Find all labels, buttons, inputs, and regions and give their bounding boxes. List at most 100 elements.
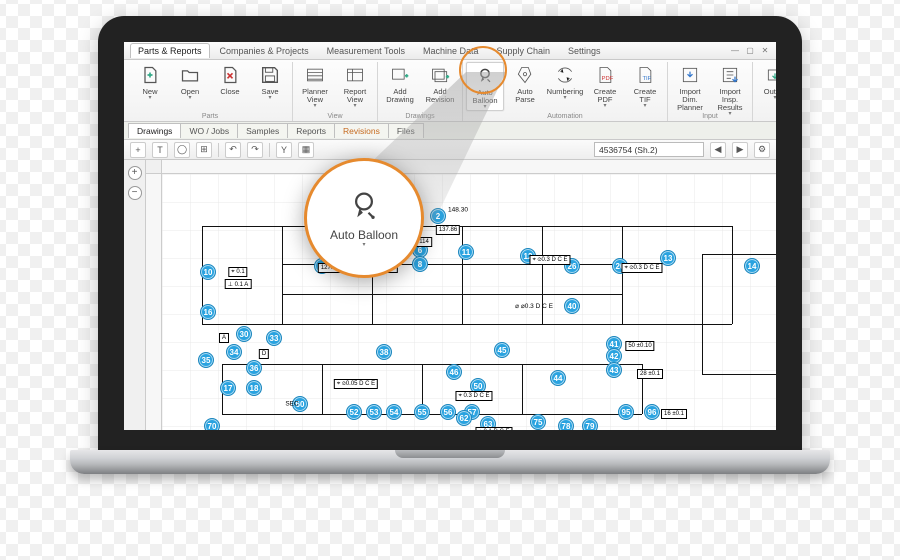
drawing-line: [622, 226, 623, 324]
menu-tab-companies-projects[interactable]: Companies & Projects: [212, 43, 317, 58]
report-view-button[interactable]: ReportView: [336, 62, 374, 109]
sheet-selector-field[interactable]: [594, 142, 704, 157]
balloon-11[interactable]: 11: [458, 244, 474, 260]
balloon-53[interactable]: 53: [366, 404, 382, 420]
filter-y-icon[interactable]: Y: [276, 142, 292, 158]
gdt-frame[interactable]: 50 ±0.10: [625, 341, 654, 351]
undo-icon[interactable]: ↶: [225, 142, 241, 158]
balloon-2[interactable]: 2: [430, 208, 446, 224]
ribbon-button-label: Add Drawing: [382, 88, 418, 104]
drawing-canvas[interactable]: 1234567891011121314151617182026303334353…: [146, 160, 776, 430]
ribbon-group-label: Parts: [128, 113, 292, 120]
doc-tab-wo-jobs[interactable]: WO / Jobs: [180, 123, 238, 138]
auto-balloon-button[interactable]: Auto Balloon: [466, 62, 504, 111]
window-minimize-icon[interactable]: —: [730, 46, 740, 56]
balloon-34[interactable]: 34: [226, 344, 242, 360]
balloon-35[interactable]: 35: [198, 352, 214, 368]
create-pdf-button[interactable]: PDF CreatePDF: [586, 62, 624, 109]
balloon-45[interactable]: 45: [494, 342, 510, 358]
import-dim-planner-button[interactable]: Import Dim.Planner: [671, 62, 709, 112]
redo-icon[interactable]: ↷: [247, 142, 263, 158]
balloon-62[interactable]: 62: [456, 410, 472, 426]
output-button[interactable]: Output: [756, 62, 776, 101]
open-button[interactable]: Open: [171, 62, 209, 101]
sheet-settings-icon[interactable]: ⚙: [754, 142, 770, 158]
balloon-96[interactable]: 96: [644, 404, 660, 420]
window-close-icon[interactable]: ✕: [760, 46, 770, 56]
menu-tab-settings[interactable]: Settings: [560, 43, 609, 58]
zoom-minus-button[interactable]: −: [128, 186, 142, 200]
numbering-button[interactable]: Numbering: [546, 62, 584, 101]
gdt-frame[interactable]: ⌖ ⌀0.3 D C E: [621, 263, 662, 273]
balloon-70[interactable]: 70: [204, 418, 220, 430]
gdt-frame[interactable]: ⌖ ⌀0.05 D C E: [334, 379, 378, 389]
ribbon-button-label: CreatePDF: [594, 88, 617, 104]
add-revision-button[interactable]: Add Revision: [421, 62, 459, 104]
workspace: + − 123456789101112131415161718202630333…: [124, 160, 776, 430]
window-maximize-icon[interactable]: ▢: [745, 46, 755, 56]
gdt-frame[interactable]: 16 ±0.1: [661, 409, 687, 419]
menu-tab-parts-reports[interactable]: Parts & Reports: [130, 43, 210, 58]
new-button[interactable]: New: [131, 62, 169, 101]
gdt-tool-icon[interactable]: ⊞: [196, 142, 212, 158]
add-drawing-button[interactable]: Add Drawing: [381, 62, 419, 104]
auto-parse-icon: [514, 64, 536, 86]
sheet-next-icon[interactable]: ▶: [732, 142, 748, 158]
balloon-95[interactable]: 95: [618, 404, 634, 420]
balloon-10[interactable]: 10: [200, 264, 216, 280]
gdt-frame[interactable]: ⊥ 0.1 A: [225, 279, 252, 289]
doc-tab-files[interactable]: Files: [388, 123, 424, 138]
gdt-frame[interactable]: ⌖ 0.3 D C E: [455, 391, 492, 401]
balloon-44[interactable]: 44: [550, 370, 566, 386]
balloon-16[interactable]: 16: [200, 304, 216, 320]
balloon-36[interactable]: 36: [246, 360, 262, 376]
planner-view-button[interactable]: PlannerView: [296, 62, 334, 109]
menu-tab-measurement-tools[interactable]: Measurement Tools: [319, 43, 413, 58]
zoom-in-icon[interactable]: +: [130, 142, 146, 158]
dimension-text: ⌀ ⌀0.3 D C E: [515, 302, 553, 310]
balloon-30[interactable]: 30: [236, 326, 252, 342]
gdt-frame[interactable]: ⌖ ⌀0.3 D C E: [529, 255, 570, 265]
balloon-40[interactable]: 40: [564, 298, 580, 314]
balloon-8[interactable]: 8: [412, 256, 428, 272]
balloon-78[interactable]: 78: [558, 418, 574, 430]
doc-tab-reports[interactable]: Reports: [287, 123, 335, 138]
gdt-frame[interactable]: 28 ±0.1: [637, 369, 663, 379]
doc-tab-samples[interactable]: Samples: [237, 123, 288, 138]
balloon-43[interactable]: 43: [606, 362, 622, 378]
balloon-33[interactable]: 33: [266, 330, 282, 346]
balloon-46[interactable]: 46: [446, 364, 462, 380]
balloon-79[interactable]: 79: [582, 418, 598, 430]
gdt-frame[interactable]: 137.86: [436, 225, 460, 235]
zoom-plus-button[interactable]: +: [128, 166, 142, 180]
balloon-14[interactable]: 14: [744, 258, 760, 274]
gdt-frame[interactable]: ⌖ 0.1: [228, 267, 247, 277]
balloon-tool-icon[interactable]: ◯: [174, 142, 190, 158]
ribbon-button-label: Auto Parse: [507, 88, 543, 104]
balloon-38[interactable]: 38: [376, 344, 392, 360]
create-tif-button[interactable]: TIFCreateTIF: [626, 62, 664, 109]
import-insp-results-button[interactable]: Import Insp.Results: [711, 62, 749, 117]
gdt-frame[interactable]: D: [259, 349, 269, 359]
balloon-55[interactable]: 55: [414, 404, 430, 420]
menu-tab-supply-chain[interactable]: Supply Chain: [488, 43, 558, 58]
balloon-56[interactable]: 56: [440, 404, 456, 420]
balloon-52[interactable]: 52: [346, 404, 362, 420]
close-button[interactable]: Close: [211, 62, 249, 96]
text-tool-icon[interactable]: T: [152, 142, 168, 158]
create-pdf-icon: PDF: [594, 64, 616, 86]
auto-parse-button[interactable]: Auto Parse: [506, 62, 544, 104]
gdt-frame[interactable]: A: [219, 333, 229, 343]
balloon-17[interactable]: 17: [220, 380, 236, 396]
save-button[interactable]: Save: [251, 62, 289, 101]
close-icon: [219, 64, 241, 86]
doc-tab-drawings[interactable]: Drawings: [128, 123, 181, 138]
balloon-54[interactable]: 54: [386, 404, 402, 420]
menu-tab-machine-data[interactable]: Machine Data: [415, 43, 487, 58]
sheet-prev-icon[interactable]: ◀: [710, 142, 726, 158]
doc-tab-revisions[interactable]: Revisions: [334, 123, 389, 138]
gdt-frame[interactable]: ⌖ 0.1 D C E: [475, 427, 512, 430]
grid-icon[interactable]: ▦: [298, 142, 314, 158]
balloon-18[interactable]: 18: [246, 380, 262, 396]
balloon-75[interactable]: 75: [530, 414, 546, 430]
